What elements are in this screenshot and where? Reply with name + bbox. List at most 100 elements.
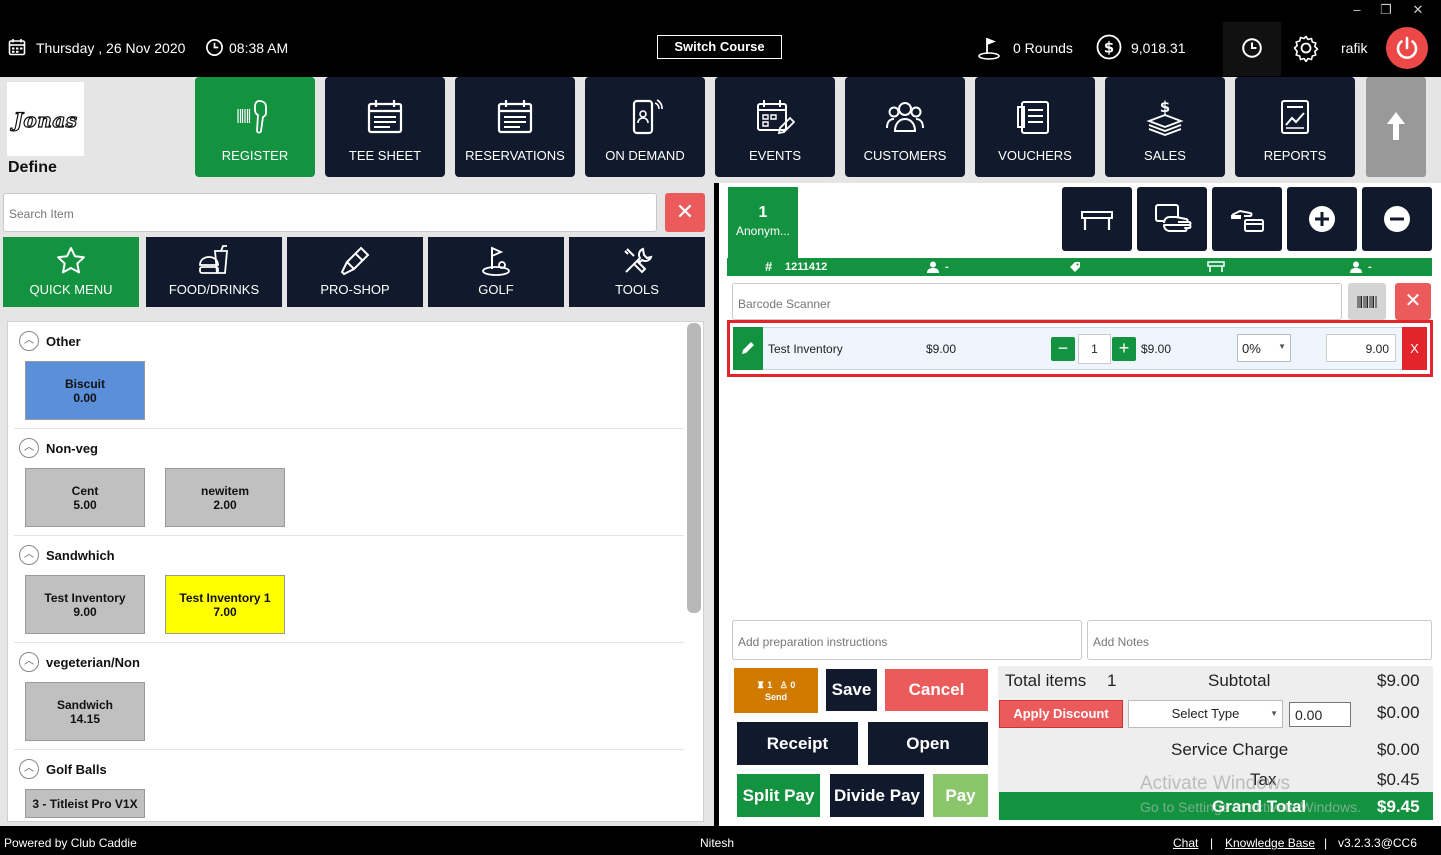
pay-button[interactable]: Pay bbox=[933, 774, 988, 817]
search-input[interactable]: Search Item bbox=[3, 193, 657, 232]
group-title: Non-veg bbox=[46, 441, 98, 456]
activate-windows-watermark: Activate Windows bbox=[1140, 773, 1290, 794]
discount-value-input[interactable]: 0.00 bbox=[1289, 702, 1351, 727]
pencil-icon bbox=[742, 342, 754, 354]
table-icon bbox=[1081, 211, 1113, 230]
menu-item-tile[interactable]: 3 - Titleist Pro V1X bbox=[25, 789, 145, 818]
prep-instructions-input[interactable]: Add preparation instructions bbox=[732, 620, 1082, 660]
golf-icon bbox=[480, 245, 512, 277]
menu-item-tile[interactable]: Cent 5.00 bbox=[25, 468, 145, 527]
restore-button[interactable]: ❐ bbox=[1371, 2, 1401, 18]
nav-reports-button[interactable]: REPORTS bbox=[1235, 77, 1355, 177]
menu-item-tile[interactable]: Sandwich 14.15 bbox=[25, 682, 145, 741]
knowledge-base-link[interactable]: Knowledge Base bbox=[1225, 836, 1315, 850]
category-food-drinks-button[interactable]: FOOD/DRINKS bbox=[146, 237, 282, 307]
collapse-group-icon[interactable]: ︿ bbox=[19, 545, 39, 565]
notes-input[interactable]: Add Notes bbox=[1087, 620, 1432, 660]
open-button[interactable]: Open bbox=[868, 722, 988, 765]
menu-item-tile[interactable]: Test Inventory 9.00 bbox=[25, 575, 145, 634]
barcode-button[interactable] bbox=[1348, 283, 1386, 320]
edit-line-button[interactable] bbox=[733, 327, 763, 370]
menu-item-price: 9.00 bbox=[73, 605, 97, 619]
category-golf-button[interactable]: GOLF bbox=[428, 237, 564, 307]
line-amount-input[interactable]: 9.00 bbox=[1326, 334, 1396, 362]
collapse-group-icon[interactable]: ︿ bbox=[19, 438, 39, 458]
assign-member-button[interactable] bbox=[1137, 187, 1207, 251]
menu-item-tile[interactable]: newitem 2.00 bbox=[165, 468, 285, 527]
cancel-button[interactable]: Cancel bbox=[885, 669, 988, 711]
gear-icon[interactable] bbox=[1292, 34, 1320, 62]
category-quick-menu-button[interactable]: QUICK MENU bbox=[3, 237, 139, 307]
voucher-icon bbox=[1015, 97, 1055, 137]
minus-circle-icon bbox=[1384, 206, 1410, 232]
nav-tee-sheet-button[interactable]: TEE SHEET bbox=[325, 77, 445, 177]
menu-item-tile[interactable]: Biscuit 0.00 bbox=[25, 361, 145, 420]
line-item-price: $9.00 bbox=[926, 342, 957, 356]
history-button[interactable] bbox=[1223, 22, 1281, 76]
split-pay-button[interactable]: Split Pay bbox=[737, 774, 820, 817]
collapse-group-icon[interactable]: ︿ bbox=[19, 331, 39, 351]
line-item-name: Test Inventory bbox=[768, 342, 843, 356]
menu-scrollbar[interactable] bbox=[687, 323, 701, 613]
dollar-icon: $ bbox=[1096, 34, 1122, 60]
close-window-button[interactable]: ✕ bbox=[1403, 2, 1433, 18]
nav-customers-button[interactable]: CUSTOMERS bbox=[845, 77, 965, 177]
discount-select[interactable]: 0% ▼ bbox=[1237, 334, 1291, 362]
menu-item-name: Test Inventory 1 bbox=[179, 591, 271, 605]
divide-pay-button[interactable]: Divide Pay bbox=[830, 774, 924, 817]
send-button[interactable]: ♜ 1 ♙ 0 Send bbox=[734, 668, 818, 713]
qty-input[interactable]: 1 bbox=[1078, 334, 1111, 364]
remove-line-button[interactable]: X bbox=[1402, 327, 1427, 370]
subtotal-label: Subtotal bbox=[1208, 671, 1271, 690]
nav-label: TEE SHEET bbox=[348, 148, 422, 163]
collapse-group-icon[interactable]: ︿ bbox=[19, 652, 39, 672]
nav-vouchers-button[interactable]: VOUCHERS bbox=[975, 77, 1095, 177]
nav-reservations-button[interactable]: RESERVATIONS bbox=[455, 77, 575, 177]
discount-amount: $0.00 bbox=[1377, 703, 1420, 722]
clear-barcode-button[interactable]: ✕ bbox=[1395, 283, 1431, 320]
version-label: v3.2.3.3@CC6 bbox=[1338, 836, 1417, 850]
add-tab-button[interactable] bbox=[1287, 187, 1357, 251]
user-name[interactable]: rafik bbox=[1341, 39, 1367, 57]
nav-label: VOUCHERS bbox=[998, 148, 1072, 163]
barcode-input[interactable]: Barcode Scanner bbox=[732, 283, 1342, 320]
clear-search-button[interactable]: ✕ bbox=[665, 193, 705, 232]
total-items-count: 1 bbox=[1107, 671, 1117, 690]
menu-item-tile[interactable]: Test Inventory 1 7.00 bbox=[165, 575, 285, 634]
category-label: TOOLS bbox=[615, 282, 659, 297]
discount-type-select[interactable]: Select Type ▼ bbox=[1128, 700, 1283, 728]
switch-course-button[interactable]: Switch Course bbox=[657, 35, 782, 59]
chat-link[interactable]: Chat bbox=[1173, 836, 1198, 850]
minimize-button[interactable]: – bbox=[1342, 2, 1372, 17]
qty-increase-button[interactable]: + bbox=[1112, 337, 1136, 361]
power-icon bbox=[1396, 36, 1418, 59]
apply-discount-button[interactable]: Apply Discount bbox=[999, 700, 1123, 728]
service-charge-label: Service Charge bbox=[1171, 740, 1289, 759]
subtotal-value: $9.00 bbox=[1377, 671, 1420, 690]
card-payment-button[interactable] bbox=[1212, 187, 1282, 251]
group-separator bbox=[14, 428, 684, 429]
remove-tab-button[interactable] bbox=[1362, 187, 1432, 251]
power-button[interactable] bbox=[1386, 27, 1428, 69]
order-tab[interactable]: 1 Anonym... bbox=[728, 187, 798, 258]
nav-sales-button[interactable]: $ SALES bbox=[1105, 77, 1225, 177]
category-tools-button[interactable]: TOOLS bbox=[569, 237, 705, 307]
nav-events-button[interactable]: EVENTS bbox=[715, 77, 835, 177]
category-pro-shop-button[interactable]: PRO-SHOP bbox=[287, 237, 423, 307]
menu-item-price: 0.00 bbox=[73, 391, 97, 405]
menu-item-name: Biscuit bbox=[64, 377, 105, 391]
hash-icon: # bbox=[765, 259, 773, 274]
collapse-group-icon[interactable]: ︿ bbox=[19, 759, 39, 779]
powered-by: Powered by Club Caddie bbox=[4, 836, 137, 850]
nav-on-demand-button[interactable]: ON DEMAND bbox=[585, 77, 705, 177]
table-button[interactable] bbox=[1062, 187, 1132, 251]
menu-item-price: 7.00 bbox=[213, 605, 237, 619]
collapse-header-button[interactable] bbox=[1366, 77, 1426, 177]
nav-label: ON DEMAND bbox=[605, 148, 685, 163]
category-label: PRO-SHOP bbox=[320, 282, 390, 297]
receipt-button[interactable]: Receipt bbox=[737, 722, 858, 765]
qty-decrease-button[interactable]: − bbox=[1051, 337, 1075, 361]
save-button[interactable]: Save bbox=[826, 669, 877, 711]
nav-register-button[interactable]: REGISTER bbox=[195, 77, 315, 177]
nav-label: REPORTS bbox=[1263, 148, 1327, 163]
